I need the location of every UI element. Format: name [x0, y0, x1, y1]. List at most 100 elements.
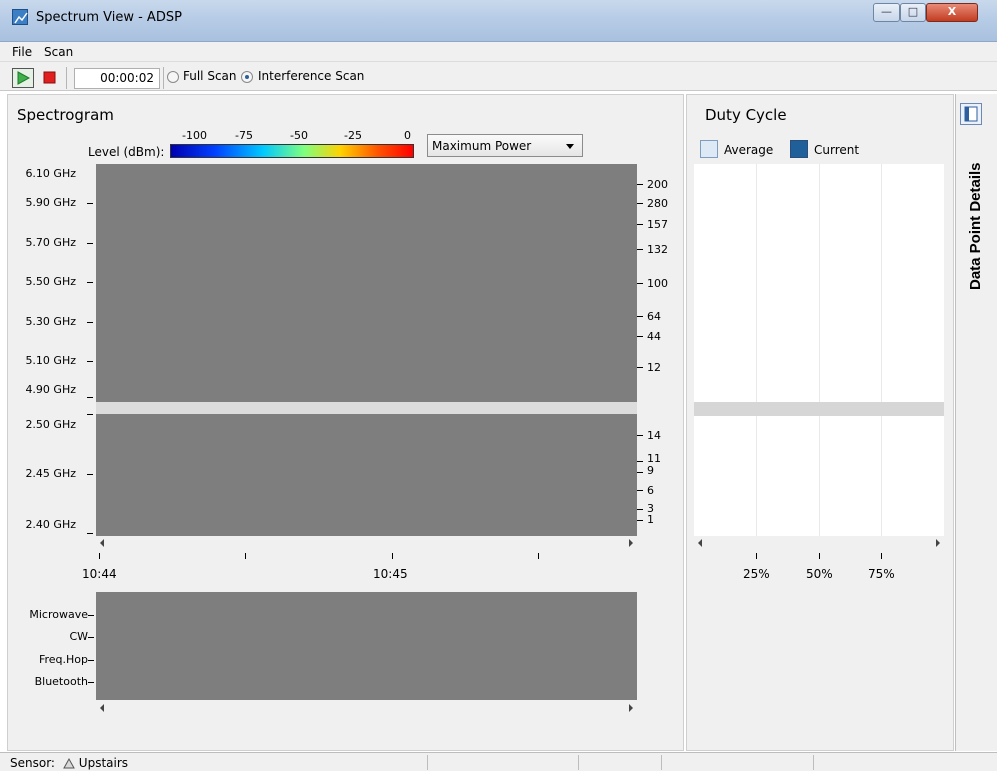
percent-tick: [881, 553, 882, 559]
channel-tick: [637, 336, 643, 337]
pin-panel-button[interactable]: [960, 103, 982, 125]
level-tick-label: -50: [290, 129, 308, 142]
channel-label: 44: [647, 330, 661, 343]
scroll-left-icon[interactable]: [698, 539, 702, 547]
frequency-label: 5.10 GHz: [25, 354, 76, 367]
display-mode-select[interactable]: Maximum Power: [427, 134, 583, 157]
frequency-tick: [87, 533, 93, 534]
full-scan-radio[interactable]: [167, 71, 179, 83]
menu-scan[interactable]: Scan: [44, 45, 73, 59]
gridline: [881, 164, 882, 402]
channel-tick: [637, 367, 643, 368]
spectrogram-scrollbar[interactable]: [96, 537, 637, 549]
time-tick: [538, 553, 539, 559]
menu-file[interactable]: File: [12, 45, 32, 59]
duty-cycle-scrollbar[interactable]: [694, 537, 944, 549]
level-label: Level (dBm):: [88, 145, 165, 159]
interference-scan-radio[interactable]: [241, 71, 253, 83]
level-tick-label: -75: [235, 129, 253, 142]
plot-splitter[interactable]: [96, 402, 637, 414]
interferer-tick: [88, 615, 94, 616]
channel-label: 200: [647, 178, 668, 191]
current-legend-label: Current: [814, 143, 860, 157]
time-label: 10:44: [82, 567, 117, 581]
frequency-tick: [87, 203, 93, 204]
scroll-left-icon[interactable]: [100, 539, 104, 547]
title-bar: Spectrum View - ADSP — □ X: [0, 0, 997, 42]
play-icon: [17, 71, 31, 85]
channel-tick: [637, 249, 643, 250]
minimize-button[interactable]: —: [873, 3, 900, 22]
interferer-plot[interactable]: [96, 592, 637, 700]
interference-scan-label[interactable]: Interference Scan: [258, 69, 364, 83]
level-tick-label: -100: [182, 129, 207, 142]
frequency-label: 5.70 GHz: [25, 236, 76, 249]
stop-button[interactable]: [42, 70, 58, 86]
full-scan-label[interactable]: Full Scan: [183, 69, 237, 83]
play-button[interactable]: [12, 68, 34, 88]
average-legend-swatch: [700, 140, 718, 158]
channel-tick: [637, 316, 643, 317]
interferer-tick: [88, 660, 94, 661]
frequency-label: 2.40 GHz: [25, 518, 76, 531]
close-button[interactable]: X: [926, 3, 978, 22]
frequency-tick: [87, 282, 93, 283]
duty-cycle-splitter[interactable]: [694, 402, 944, 416]
chevron-down-icon: [566, 144, 574, 149]
percent-label: 25%: [743, 567, 770, 581]
frequency-label: 4.90 GHz: [25, 383, 76, 396]
data-point-details-label[interactable]: Data Point Details: [967, 162, 984, 312]
percent-tick: [756, 553, 757, 559]
frequency-tick: [87, 322, 93, 323]
frequency-tick: [87, 361, 93, 362]
gridline: [756, 164, 757, 402]
scan-timer: 00:00:02: [74, 68, 160, 89]
frequency-label: 2.50 GHz: [25, 418, 76, 431]
interferer-label: Microwave: [29, 608, 88, 621]
level-tick-label: -25: [344, 129, 362, 142]
spectrogram-5ghz-plot[interactable]: [96, 164, 637, 402]
level-tick-label: 0: [404, 129, 411, 142]
interferer-scrollbar[interactable]: [96, 702, 637, 714]
channel-tick: [637, 472, 643, 473]
maximize-button[interactable]: □: [900, 3, 926, 22]
sensor-status: Sensor: Upstairs: [10, 756, 128, 770]
scroll-right-icon[interactable]: [629, 704, 633, 712]
channel-tick: [637, 461, 643, 462]
channel-label: 132: [647, 243, 668, 256]
sensor-label: Sensor:: [10, 756, 55, 770]
channel-tick: [637, 520, 643, 521]
menu-bar: File Scan: [0, 42, 997, 62]
percent-tick: [819, 553, 820, 559]
scroll-right-icon[interactable]: [936, 539, 940, 547]
interferer-tick: [88, 637, 94, 638]
scroll-left-icon[interactable]: [100, 704, 104, 712]
toolbar-separator: [163, 67, 164, 89]
spectrogram-24ghz-plot[interactable]: [96, 414, 637, 536]
time-tick: [99, 553, 100, 559]
frequency-label: 5.90 GHz: [25, 196, 76, 209]
frequency-label: 5.50 GHz: [25, 275, 76, 288]
frequency-label: 2.45 GHz: [25, 467, 76, 480]
frequency-tick: [87, 414, 93, 415]
frequency-label: 6.10 GHz: [25, 167, 76, 180]
sensor-icon: [62, 757, 75, 769]
frequency-tick: [87, 474, 93, 475]
toolbar-separator: [66, 67, 67, 89]
frequency-tick: [87, 397, 93, 398]
channel-tick: [637, 184, 643, 185]
sensor-name: Upstairs: [78, 756, 129, 770]
gridline: [819, 164, 820, 402]
toolbar: 00:00:02 Full Scan Interference Scan: [0, 62, 997, 91]
window-title: Spectrum View - ADSP: [36, 10, 182, 25]
channel-label: 157: [647, 218, 668, 231]
channel-label: 64: [647, 310, 661, 323]
channel-tick: [637, 203, 643, 204]
gridline: [881, 416, 882, 536]
app-icon: [12, 9, 28, 25]
channel-label: 9: [647, 464, 654, 477]
status-separator: [661, 755, 662, 770]
scroll-right-icon[interactable]: [629, 539, 633, 547]
time-tick: [392, 553, 393, 559]
gridline: [756, 416, 757, 536]
